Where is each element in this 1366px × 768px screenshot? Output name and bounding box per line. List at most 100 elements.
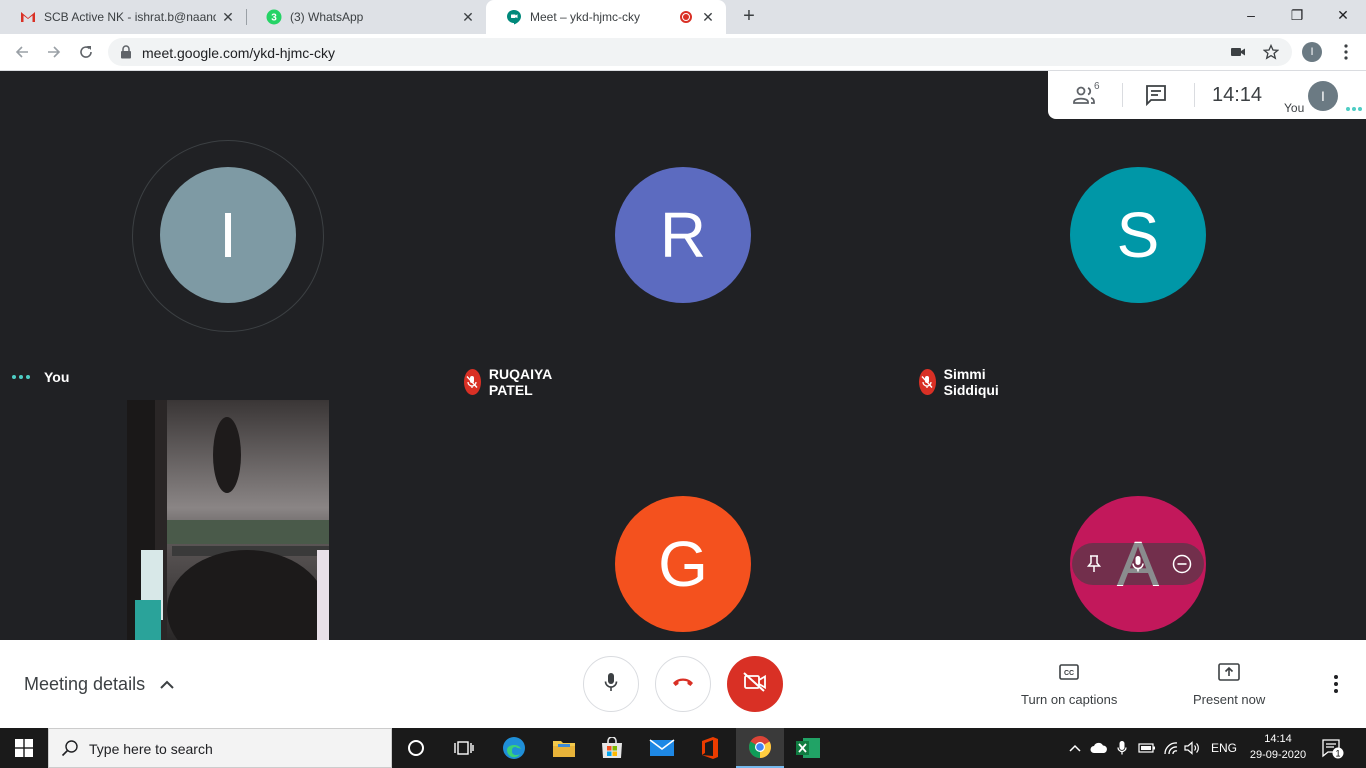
tab-gmail[interactable]: SCB Active NK - ishrat.b@naandi ✕ bbox=[0, 0, 246, 34]
captions-label: Turn on captions bbox=[1021, 692, 1118, 707]
pin-icon[interactable] bbox=[1080, 550, 1108, 578]
participant-avatar: R bbox=[615, 167, 751, 303]
browser-toolbar: meet.google.com/ykd-hjmc-cky I bbox=[0, 34, 1366, 71]
camera-toggle-button[interactable] bbox=[727, 656, 783, 712]
cortana-icon[interactable] bbox=[392, 728, 440, 768]
present-now-button[interactable]: Present now bbox=[1193, 660, 1265, 707]
address-bar[interactable]: meet.google.com/ykd-hjmc-cky bbox=[108, 38, 1292, 66]
meeting-stage: 6 14:14 You I I You R RUQAIYA PATEL S Si… bbox=[0, 71, 1366, 640]
profile-avatar[interactable]: I bbox=[1302, 42, 1322, 62]
wifi-icon[interactable] bbox=[1160, 728, 1182, 768]
tab-whatsapp[interactable]: 3 (3) WhatsApp ✕ bbox=[246, 0, 486, 34]
excel-icon[interactable] bbox=[784, 728, 832, 768]
file-explorer-icon[interactable] bbox=[540, 728, 588, 768]
tab-meet[interactable]: Meet – ykd-hjmc-cky ✕ bbox=[486, 0, 726, 34]
mic-muted-icon bbox=[464, 369, 481, 395]
close-window-button[interactable]: ✕ bbox=[1320, 0, 1366, 30]
lock-icon[interactable] bbox=[120, 45, 132, 64]
meeting-clock: 14:14 bbox=[1212, 84, 1263, 106]
meet-icon bbox=[506, 9, 522, 25]
camera-in-use-icon[interactable] bbox=[1228, 42, 1248, 62]
remove-participant-icon[interactable] bbox=[1168, 550, 1196, 578]
hang-up-icon bbox=[671, 675, 695, 693]
volume-icon[interactable] bbox=[1182, 728, 1204, 768]
participant-avatar: S bbox=[1070, 167, 1206, 303]
self-avatar[interactable]: I bbox=[1308, 81, 1338, 111]
battery-icon[interactable] bbox=[1136, 728, 1158, 768]
present-label: Present now bbox=[1193, 692, 1266, 707]
chrome-icon[interactable] bbox=[736, 728, 784, 768]
notification-count: 1 bbox=[1335, 749, 1340, 759]
meeting-control-bar: Meeting details CC Turn on captions Pres… bbox=[0, 640, 1366, 728]
action-center-icon[interactable]: 1 bbox=[1322, 738, 1344, 760]
participant-avatar: G bbox=[615, 496, 751, 632]
input-language[interactable]: ENG bbox=[1206, 728, 1242, 768]
show-hidden-icons-chevron-icon[interactable] bbox=[1064, 728, 1086, 768]
search-icon bbox=[61, 739, 79, 762]
closed-captions-icon: CC bbox=[1057, 660, 1081, 684]
divider bbox=[1194, 83, 1195, 107]
microphone-icon bbox=[604, 672, 618, 697]
mail-icon[interactable] bbox=[638, 728, 686, 768]
meeting-info-panel: 6 14:14 You I bbox=[1048, 71, 1366, 119]
participant-name: RUQAIYA PATEL bbox=[488, 366, 552, 398]
mute-participant-icon[interactable] bbox=[1124, 550, 1152, 578]
self-label: You bbox=[1284, 101, 1305, 115]
onedrive-icon[interactable] bbox=[1088, 728, 1110, 768]
whatsapp-badge-count: 3 bbox=[271, 13, 277, 24]
task-view-icon[interactable] bbox=[440, 728, 488, 768]
tile-hover-controls bbox=[1072, 543, 1204, 585]
taskbar-search-box[interactable]: Type here to search bbox=[48, 728, 392, 768]
chat-icon[interactable] bbox=[1144, 83, 1170, 107]
close-tab-icon[interactable]: ✕ bbox=[700, 9, 716, 25]
back-icon[interactable] bbox=[10, 40, 34, 64]
participant-count: 6 bbox=[1094, 81, 1100, 92]
windows-taskbar: Type here to search ENG 14:14 29-09-2020… bbox=[0, 728, 1366, 768]
microphone-tray-icon[interactable] bbox=[1112, 728, 1132, 768]
browser-tab-strip: SCB Active NK - ishrat.b@naandi ✕ 3 (3) … bbox=[0, 0, 1366, 34]
browser-menu-icon[interactable] bbox=[1336, 42, 1356, 62]
bookmark-star-icon[interactable] bbox=[1261, 42, 1281, 62]
chevron-up-icon bbox=[157, 675, 177, 695]
minimize-button[interactable]: – bbox=[1228, 0, 1274, 30]
search-placeholder: Type here to search bbox=[89, 741, 213, 757]
microsoft-store-icon[interactable] bbox=[588, 728, 636, 768]
present-screen-icon bbox=[1217, 660, 1241, 684]
taskbar-date: 29-09-2020 bbox=[1249, 749, 1307, 761]
captions-button[interactable]: CC Turn on captions bbox=[1021, 660, 1117, 707]
tab-title: Meet – ykd-hjmc-cky bbox=[530, 10, 641, 24]
windows-start-icon[interactable] bbox=[0, 728, 48, 768]
tab-title: (3) WhatsApp bbox=[290, 10, 364, 24]
close-tab-icon[interactable]: ✕ bbox=[220, 9, 236, 25]
edge-icon[interactable] bbox=[490, 728, 538, 768]
microphone-button[interactable] bbox=[583, 656, 639, 712]
svg-text:CC: CC bbox=[1064, 670, 1074, 677]
self-speaking-indicator bbox=[1346, 107, 1362, 111]
forward-icon[interactable] bbox=[42, 40, 66, 64]
participant-name: You bbox=[44, 369, 70, 385]
reload-icon[interactable] bbox=[74, 40, 98, 64]
leave-call-button[interactable] bbox=[655, 656, 711, 712]
taskbar-clock[interactable]: 14:14 29-09-2020 bbox=[1246, 731, 1310, 763]
tab-title: SCB Active NK - ishrat.b@naandi bbox=[44, 10, 216, 24]
meeting-details-label: Meeting details bbox=[24, 674, 146, 694]
new-tab-button[interactable]: + bbox=[738, 6, 760, 28]
camera-off-icon bbox=[742, 671, 768, 698]
meeting-details-button[interactable]: Meeting details bbox=[24, 674, 177, 695]
mic-muted-icon bbox=[919, 369, 936, 395]
restore-button[interactable]: ❐ bbox=[1274, 0, 1320, 30]
participant-avatar: I bbox=[160, 167, 296, 303]
close-tab-icon[interactable]: ✕ bbox=[460, 9, 476, 25]
speaking-indicator-icon bbox=[12, 375, 30, 379]
participant-name: Simmi Siddiqui bbox=[943, 366, 999, 398]
whatsapp-icon: 3 bbox=[266, 9, 282, 25]
participant-name-row: RUQAIYA PATEL bbox=[464, 366, 561, 398]
recording-indicator-icon bbox=[680, 11, 692, 23]
self-camera-preview[interactable] bbox=[127, 400, 329, 640]
taskbar-time: 14:14 bbox=[1264, 733, 1292, 745]
gmail-icon bbox=[20, 9, 36, 25]
url-text[interactable]: meet.google.com/ykd-hjmc-cky bbox=[142, 45, 335, 61]
more-options-icon[interactable] bbox=[1324, 672, 1348, 696]
participant-name-row: You bbox=[12, 369, 69, 385]
office-icon[interactable] bbox=[686, 728, 734, 768]
